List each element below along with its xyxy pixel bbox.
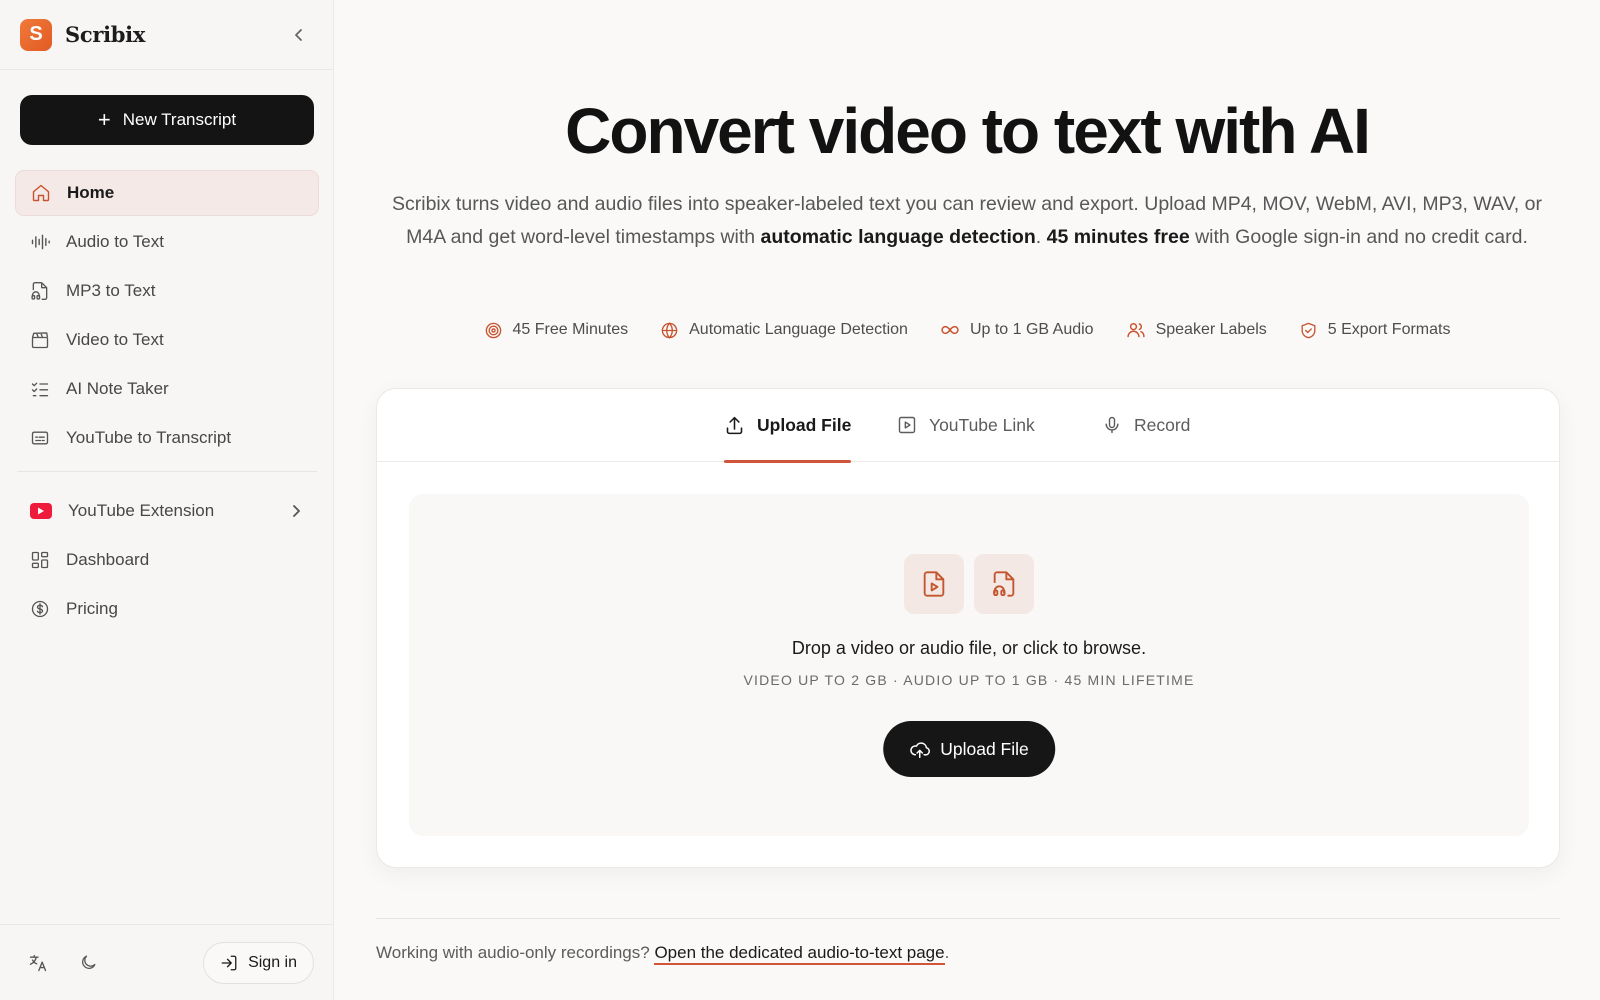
target-icon: [485, 322, 501, 338]
shield-check-icon: [1301, 322, 1316, 338]
sidebar-header: S Scribix: [0, 0, 333, 70]
youtube-icon: [30, 503, 52, 519]
hero-desc-text-2: .: [1035, 226, 1047, 248]
input-tabs: Upload File YouTube Link Record: [377, 389, 1559, 463]
sign-in-icon: [221, 955, 237, 970]
tab-label: YouTube Link: [929, 414, 1035, 435]
feature-export-formats: 5 Export Formats: [1299, 320, 1451, 340]
feature-label: 45 Free Minutes: [512, 321, 629, 338]
new-transcript-button[interactable]: + New Transcript: [20, 95, 314, 145]
feature-label: Speaker Labels: [1155, 321, 1267, 338]
tab-label: Upload File: [757, 414, 852, 435]
upload-icon: [726, 416, 743, 434]
upload-limits: VIDEO UP TO 2 GB · AUDIO UP TO 1 GB · 45…: [743, 672, 1195, 688]
users-icon: [1126, 323, 1145, 338]
sidebar-item-dashboard[interactable]: Dashboard: [15, 537, 319, 583]
microphone-icon: [1105, 416, 1119, 434]
hero-desc-bold-1: automatic language detection: [760, 226, 1036, 248]
theme-toggle-button[interactable]: [70, 945, 106, 981]
feature-label: 5 Export Formats: [1327, 321, 1451, 338]
audio-file-icon: [974, 554, 1034, 614]
new-transcript-label: New Transcript: [122, 110, 237, 129]
sidebar-item-video-to-text[interactable]: Video to Text: [15, 317, 319, 363]
sidebar-item-youtube-extension[interactable]: YouTube Extension: [15, 488, 319, 534]
sign-in-button[interactable]: Sign in: [203, 941, 314, 984]
sidebar-item-label: YouTube Extension: [68, 501, 215, 520]
video-square-icon: [898, 416, 916, 434]
sidebar-item-label: MP3 to Text: [66, 281, 156, 300]
infinity-icon: [941, 325, 959, 335]
translate-icon: [29, 954, 47, 971]
feature-audio-size: Up to 1 GB Audio: [940, 320, 1094, 340]
clapperboard-icon: [31, 332, 49, 349]
file-dropzone[interactable]: Drop a video or audio file, or click to …: [409, 494, 1529, 836]
sidebar-item-label: Home: [67, 183, 115, 202]
app-logo[interactable]: S: [20, 18, 52, 51]
sidebar-item-home[interactable]: Home: [15, 170, 319, 216]
sign-in-label: Sign in: [248, 953, 297, 971]
video-file-icon: [904, 554, 964, 614]
sidebar: S Scribix + New Transcript Home Audio to…: [0, 0, 334, 1000]
app-name[interactable]: Scribix: [65, 22, 145, 47]
sidebar-item-mp3-to-text[interactable]: MP3 to Text: [15, 268, 319, 314]
tab-label: Record: [1134, 414, 1191, 435]
sidebar-item-ai-note-taker[interactable]: AI Note Taker: [15, 366, 319, 412]
feature-free-minutes: 45 Free Minutes: [484, 320, 629, 340]
tab-record[interactable]: Record: [1102, 389, 1190, 461]
waveform-icon: [31, 234, 50, 250]
sidebar-item-label: YouTube to Transcript: [66, 428, 232, 447]
dashboard-icon: [31, 551, 49, 569]
home-icon: [32, 184, 50, 202]
chevron-left-icon: [295, 28, 302, 41]
upload-file-button[interactable]: Upload File: [883, 721, 1055, 777]
tab-upload-file[interactable]: Upload File: [724, 389, 852, 463]
globe-icon: [661, 321, 678, 339]
sidebar-item-youtube-to-transcript[interactable]: YouTube to Transcript: [15, 415, 319, 461]
footer-note-text: Working with audio-only recordings?: [376, 943, 655, 962]
hero-desc-bold-2: 45 minutes free: [1046, 226, 1190, 248]
page-title: Convert video to text with AI: [565, 95, 1371, 167]
hero-description: Scribix turns video and audio files into…: [374, 188, 1560, 254]
sidebar-item-label: Pricing: [66, 599, 118, 618]
sidebar-divider: [17, 471, 317, 472]
sidebar-item-audio-to-text[interactable]: Audio to Text: [15, 219, 319, 265]
footer-note: Working with audio-only recordings? Open…: [376, 943, 950, 965]
language-button[interactable]: [20, 945, 56, 981]
sidebar-item-label: Audio to Text: [66, 232, 164, 251]
tab-youtube-link[interactable]: YouTube Link: [897, 389, 1035, 461]
feature-label: Automatic Language Detection: [689, 321, 908, 338]
plus-icon: +: [97, 107, 111, 132]
sidebar-item-label: Video to Text: [66, 330, 164, 349]
sidebar-nav: Home Audio to Text MP3 to Text Video to …: [15, 170, 319, 635]
captions-icon: [31, 431, 49, 445]
feature-label: Up to 1 GB Audio: [969, 321, 1094, 338]
moon-icon: [81, 955, 95, 969]
audio-file-icon: [31, 282, 48, 300]
dropzone-instruction: Drop a video or audio file, or click to …: [791, 638, 1147, 658]
feature-language-detection: Automatic Language Detection: [660, 320, 908, 340]
audio-to-text-link[interactable]: Open the dedicated audio-to-text page: [654, 943, 945, 965]
hero-desc-text-3: with Google sign-in and no credit card.: [1189, 226, 1528, 248]
footer-divider: [376, 918, 1560, 919]
chevron-right-icon: [293, 505, 300, 517]
main-content: Convert video to text with AI Scribix tu…: [334, 0, 1600, 1000]
collapse-sidebar-button[interactable]: [285, 21, 313, 49]
checklist-icon: [31, 382, 49, 397]
feature-list: 45 Free Minutes Automatic Language Detec…: [334, 320, 1600, 340]
footer-note-end: .: [944, 943, 950, 962]
dollar-circle-icon: [31, 600, 49, 618]
sidebar-item-label: Dashboard: [66, 550, 150, 569]
sidebar-item-label: AI Note Taker: [66, 379, 169, 398]
feature-speaker-labels: Speaker Labels: [1126, 320, 1267, 340]
upload-button-label: Upload File: [940, 738, 1029, 759]
file-type-icons: [409, 554, 1529, 614]
cloud-upload-icon: [910, 741, 930, 758]
sidebar-item-pricing[interactable]: Pricing: [15, 586, 319, 632]
sidebar-footer: Sign in: [0, 924, 334, 1000]
upload-card: Upload File YouTube Link Record Drop a v…: [376, 388, 1560, 868]
